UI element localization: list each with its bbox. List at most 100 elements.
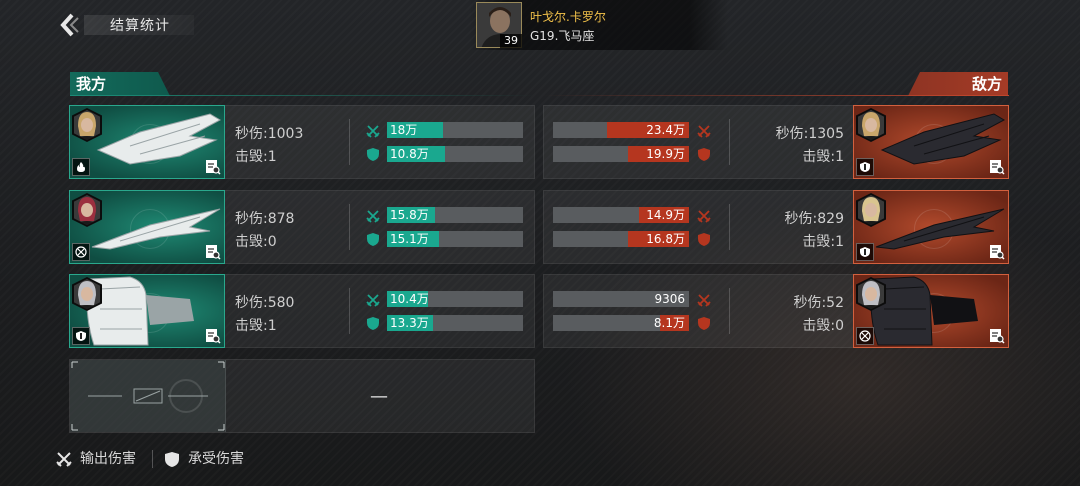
dps-stat: 秒伤:878 [235,211,295,227]
legend-dealt: 输出伤害 [56,447,146,471]
damage-dealt-bar-value: 15.8万 [390,208,429,222]
crossed-swords-icon [56,452,72,467]
damage-taken-bar: 13.3万 [387,315,523,331]
damage-taken-bar-value: 13.3万 [390,316,429,330]
our-side-divider [70,95,535,96]
back-button[interactable] [58,12,82,38]
our-side-label: 我方 [70,72,170,96]
crossed-swords-icon [366,208,380,223]
kills-stat: 击毁:1 [802,234,844,250]
pilot-portrait-icon [74,110,100,140]
damage-dealt-bar-value: 9306 [654,292,685,306]
legend-separator [152,450,153,468]
row-divider [349,119,350,165]
damage-taken-bar: 16.8万 [553,231,689,247]
damage-dealt-bar: 15.8万 [387,207,523,223]
ship-detail-icon[interactable] [205,159,221,175]
enemy-side-label: 敌方 [908,72,1008,96]
shield-icon [165,452,179,467]
shield-icon [366,232,380,246]
chevron-left-icon [60,13,79,37]
row-divider [729,204,730,250]
top-bar: 结算统计 39 叶戈尔.卡罗尔 G19.飞马座 [0,0,1080,50]
dps-stat: 秒伤:1003 [235,126,304,142]
pilot-portrait-icon [858,195,884,225]
damage-dealt-bar: 18万 [387,122,523,138]
shield-icon [697,316,711,330]
row-divider [349,204,350,250]
shield-icon [697,147,711,161]
damage-dealt-bar: 23.4万 [553,122,689,138]
row-divider [729,119,730,165]
ship-detail-icon[interactable] [989,159,1005,175]
ship-detail-icon[interactable] [989,328,1005,344]
empty-ship-slot: — [69,359,535,433]
legend-taken-label: 承受伤害 [188,451,244,467]
pilot-portrait-icon [858,279,884,309]
our-ship-row: 秒伤:580 击毁:1 10.4万 13.3万 [69,274,535,348]
crossed-swords-icon [366,123,380,138]
damage-taken-bar-value: 15.1万 [390,232,429,246]
kills-stat: 击毁:1 [802,149,844,165]
damage-taken-bar: 19.9万 [553,146,689,162]
damage-taken-bar-value: 19.9万 [646,147,685,161]
pilot-portrait-icon [74,279,100,309]
enemy-ship-row: 秒伤:829 击毁:1 14.9万 16.8万 [543,190,1009,264]
enemy-side-divider [543,95,1009,96]
kills-stat: 击毁:0 [235,234,277,250]
shield-badge-icon [856,243,874,261]
ship-card[interactable] [853,190,1009,264]
ship-detail-icon[interactable] [205,328,221,344]
ship-card[interactable] [853,105,1009,179]
row-divider [349,288,350,334]
shield-icon [366,147,380,161]
kills-stat: 击毁:1 [235,318,277,334]
player-name: 叶戈尔.卡罗尔 [530,10,606,24]
crosshair-icon [72,243,90,261]
damage-taken-bar-value: 16.8万 [646,232,685,246]
shield-icon [697,232,711,246]
shield-icon [366,316,380,330]
empty-ship-card [70,360,226,432]
crossed-swords-icon [697,123,711,138]
our-ship-row: 秒伤:1003 击毁:1 18万 10.8万 [69,105,535,179]
player-level: 39 [500,34,522,48]
enemy-ship-row: 秒伤:52 击毁:0 9306 8.1万 [543,274,1009,348]
row-divider [729,288,730,334]
ship-card[interactable] [853,274,1009,348]
crosshair-icon [856,327,874,345]
damage-dealt-bar-value: 10.4万 [390,292,429,306]
damage-taken-bar-value: 10.8万 [390,147,429,161]
player-server: G19.飞马座 [530,29,595,43]
legend-taken: 承受伤害 [164,447,264,471]
page-title: 结算统计 [110,18,170,34]
damage-taken-bar: 15.1万 [387,231,523,247]
crossed-swords-icon [366,292,380,307]
ship-detail-icon[interactable] [205,244,221,260]
ship-card[interactable] [69,190,225,264]
flame-icon [72,158,90,176]
shield-badge-icon [856,158,874,176]
ship-card[interactable] [69,274,225,348]
damage-dealt-bar-value: 23.4万 [646,123,685,137]
our-ship-row: 秒伤:878 击毁:0 15.8万 15.1万 [69,190,535,264]
kills-stat: 击毁:1 [235,149,277,165]
dps-stat: 秒伤:1305 [775,126,844,142]
empty-slot-icon [71,361,225,431]
ship-detail-icon[interactable] [989,244,1005,260]
damage-taken-bar-value: 8.1万 [653,316,685,330]
crossed-swords-icon [697,208,711,223]
empty-slot-dash: — [370,386,388,407]
pilot-portrait-icon [858,110,884,140]
enemy-ship-row: 秒伤:1305 击毁:1 23.4万 19.9万 [543,105,1009,179]
shield-badge-icon [72,327,90,345]
damage-dealt-bar-value: 14.9万 [646,208,685,222]
damage-dealt-bar: 9306 [553,291,689,307]
dps-stat: 秒伤:829 [784,211,844,227]
damage-dealt-bar-value: 18万 [390,123,418,137]
dps-stat: 秒伤:52 [793,295,844,311]
damage-taken-bar: 8.1万 [553,315,689,331]
legend-dealt-label: 输出伤害 [80,451,136,467]
crossed-swords-icon [697,292,711,307]
ship-card[interactable] [69,105,225,179]
